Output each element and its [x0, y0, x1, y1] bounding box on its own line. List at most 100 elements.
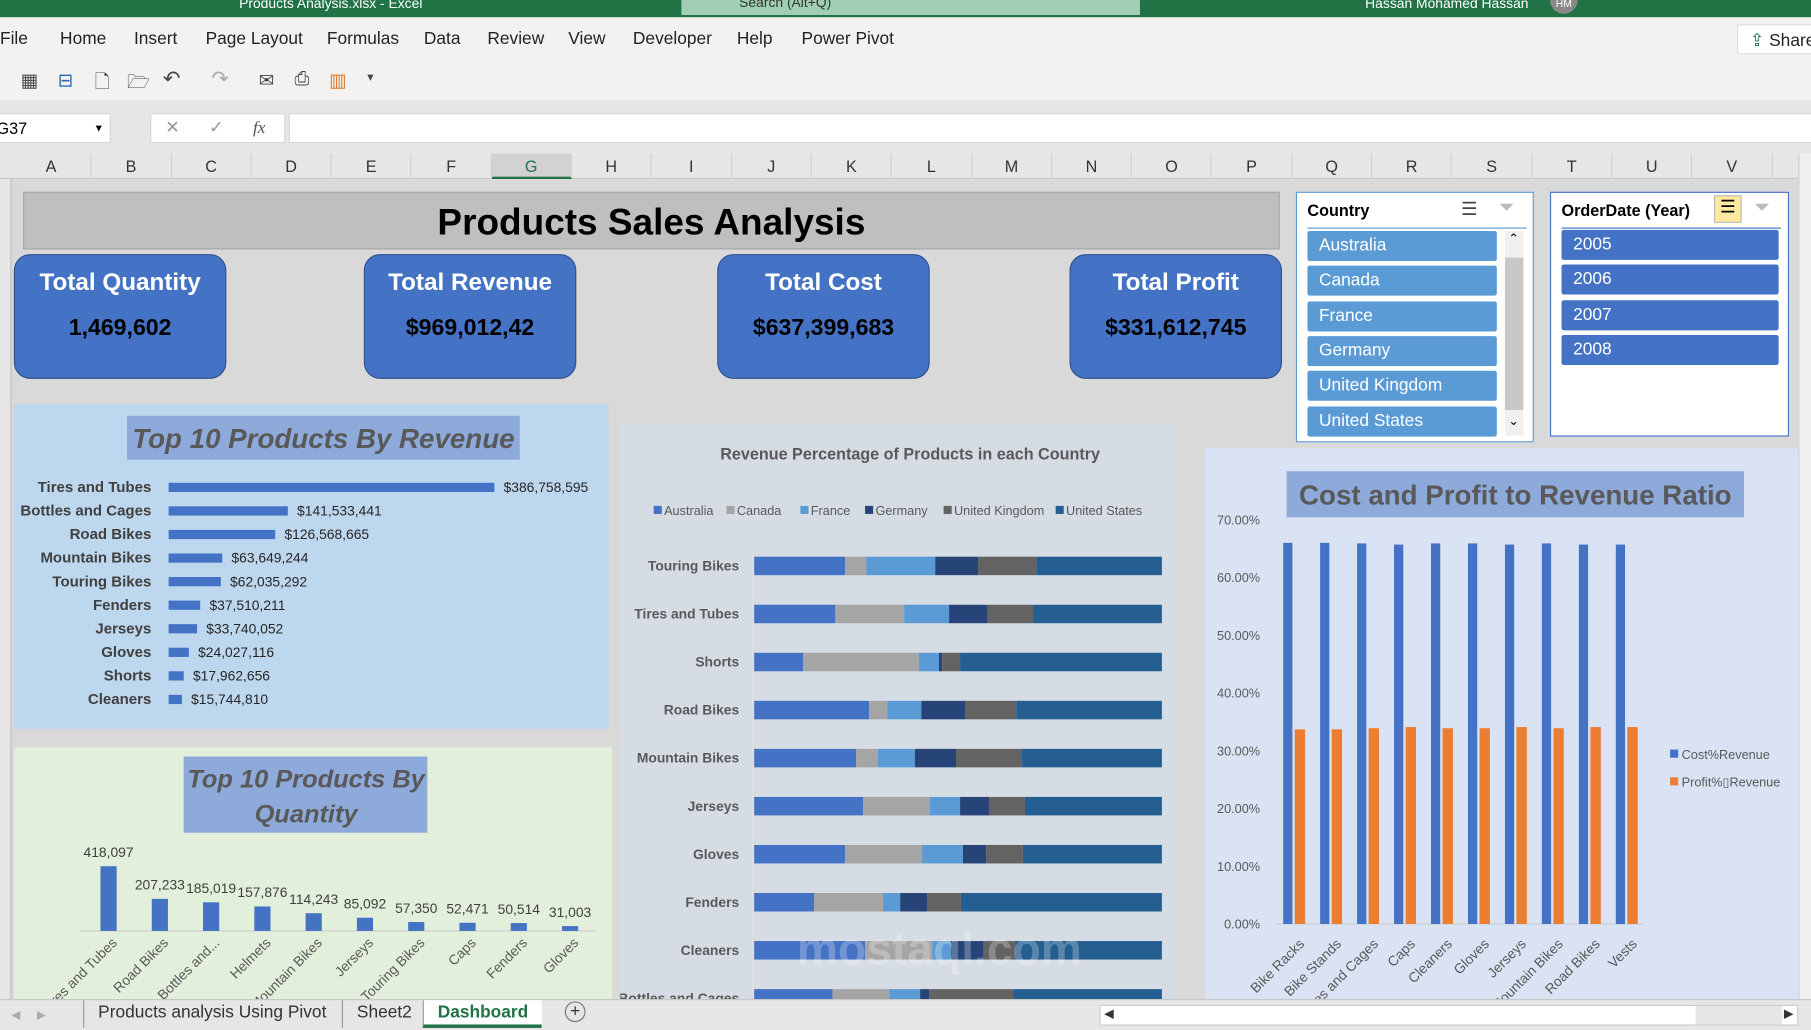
watermark: mostaql.com — [796, 923, 1082, 975]
horizontal-scrollbar[interactable]: ◀ ▶ — [1099, 1004, 1799, 1026]
ribbon-tab-page-layout[interactable]: Page Layout — [206, 29, 303, 49]
revenue-chart[interactable]: Top 10 Products By Revenue Tires and Tube… — [13, 404, 609, 729]
slicer-item-2006[interactable]: 2006 — [1561, 264, 1779, 295]
quantity-chart[interactable]: Top 10 Products By Quantity 418,097 Tires a… — [13, 747, 613, 1000]
multi-select-icon[interactable]: ☰ — [1713, 195, 1742, 223]
scroll-down-icon[interactable]: ⌄ — [1508, 413, 1519, 429]
open-folder-icon[interactable]: 🗁 — [127, 69, 150, 100]
category-label: Tires and Tubes — [634, 606, 739, 622]
country-stacked-chart[interactable]: Revenue Percentage of Products in each C… — [620, 425, 1179, 1000]
ribbon-tab-developer[interactable]: Developer — [633, 29, 712, 49]
redo-icon[interactable]: ↷ — [211, 67, 228, 91]
bar-segment — [904, 604, 950, 624]
column-header-Q[interactable]: Q — [1292, 153, 1373, 180]
column-header-E[interactable]: E — [332, 153, 412, 180]
slicer-item-germany[interactable]: Germany — [1307, 335, 1497, 366]
insert-function-icon[interactable]: fx — [253, 114, 266, 142]
column-header-T[interactable]: T — [1532, 153, 1613, 180]
bar-segment — [883, 893, 901, 912]
multi-select-icon[interactable]: ☰ — [1461, 197, 1478, 220]
sheet-tab-dashboard[interactable]: Dashboard — [422, 1000, 543, 1028]
bar-cost — [1467, 543, 1478, 924]
search-box[interactable]: Search (Alt+Q) — [681, 0, 1140, 16]
print-preview-icon[interactable]: ⎙ — [295, 69, 310, 90]
kpi-card-total-revenue: Total Revenue $969,012,42 — [363, 254, 577, 379]
name-box[interactable]: G37▼ — [0, 113, 111, 144]
prev-sheet-icon[interactable]: ◂ — [12, 1004, 21, 1025]
bar-segment — [949, 604, 988, 624]
column-header-G[interactable]: G — [491, 153, 572, 180]
column-header-B[interactable]: B — [92, 153, 172, 180]
kpi-label: Total Quantity — [39, 269, 201, 296]
column-header-D[interactable]: D — [252, 153, 332, 180]
slicer-item-2005[interactable]: 2005 — [1561, 229, 1779, 260]
bar-segment — [803, 652, 919, 672]
slicer-scrollbar[interactable]: ⌃ ⌄ — [1504, 230, 1524, 436]
slicer-item-2008[interactable]: 2008 — [1561, 334, 1779, 365]
column-header-A[interactable]: A — [12, 153, 92, 180]
table-icon[interactable]: ▦ — [21, 69, 38, 92]
formula-input[interactable] — [288, 113, 1811, 144]
bar-segment — [929, 989, 1014, 1000]
scroll-left-icon[interactable]: ◀ — [1104, 1006, 1114, 1021]
scroll-thumb[interactable] — [1504, 257, 1524, 411]
column-header-U[interactable]: U — [1612, 153, 1693, 180]
slicer-item-france[interactable]: France — [1307, 300, 1497, 332]
email-icon[interactable]: ✉ — [259, 69, 274, 92]
column-header-P[interactable]: P — [1212, 153, 1293, 180]
column-header-R[interactable]: R — [1372, 153, 1453, 180]
sheet-tab-products-analysis-using-pivot[interactable]: Products analysis Using Pivot — [83, 1000, 340, 1028]
category-label: Shorts — [104, 668, 152, 685]
column-header-H[interactable]: H — [572, 153, 652, 180]
share-button[interactable]: ⇪ Share — [1737, 24, 1811, 55]
ribbon-tab-view[interactable]: View — [568, 29, 605, 49]
slicer-title: Country — [1307, 200, 1370, 220]
refresh-icon[interactable]: ⊟ — [58, 69, 73, 92]
ribbon-tab-insert[interactable]: Insert — [134, 29, 177, 49]
vertical-scrollbar[interactable] — [1798, 153, 1811, 1000]
ribbon-tab-file[interactable]: File — [0, 29, 28, 49]
column-header-C[interactable]: C — [172, 153, 252, 180]
ribbon-tab-power-pivot[interactable]: Power Pivot — [802, 29, 894, 49]
column-header-V[interactable]: V — [1692, 153, 1773, 180]
column-header-O[interactable]: O — [1132, 153, 1213, 180]
layout-icon[interactable]: ▥ — [329, 69, 346, 92]
ribbon-tab-formulas[interactable]: Formulas — [327, 29, 399, 49]
column-header-F[interactable]: F — [412, 153, 492, 180]
slicer-item-united-kingdom[interactable]: United Kingdom — [1307, 370, 1497, 401]
clear-filter-icon[interactable]: ⏷ — [1754, 196, 1770, 219]
ribbon-tab-review[interactable]: Review — [487, 29, 544, 49]
column-header-K[interactable]: K — [812, 153, 892, 180]
scroll-right-icon[interactable]: ▶ — [1784, 1006, 1794, 1021]
undo-icon[interactable]: ↶ — [163, 67, 180, 91]
ratio-chart[interactable]: Cost and Profit to Revenue Ratio 0.00% 10.… — [1204, 448, 1802, 1000]
chart-title: Top 10 Products By — [187, 766, 426, 794]
ribbon-tab-help[interactable]: Help — [737, 29, 773, 49]
year-slicer: OrderDate (Year) ☰ ⏷ 2005 2006 2007 2008 — [1549, 191, 1790, 437]
bar-segment — [986, 844, 1023, 864]
column-header-I[interactable]: I — [652, 153, 732, 180]
column-header-L[interactable]: L — [892, 153, 973, 180]
customize-chevron-icon[interactable]: ▾ — [367, 69, 373, 84]
cancel-icon[interactable]: ✕ — [165, 114, 180, 142]
sheet-tab-sheet2[interactable]: Sheet2 — [341, 1000, 426, 1028]
slicer-item-canada[interactable]: Canada — [1307, 265, 1497, 297]
column-header-M[interactable]: M — [972, 153, 1053, 180]
column-header-N[interactable]: N — [1052, 153, 1133, 180]
new-file-icon[interactable]: 🗋 — [95, 69, 110, 100]
slicer-item-united-states[interactable]: United States — [1307, 405, 1497, 437]
column-header-S[interactable]: S — [1452, 153, 1533, 180]
next-sheet-icon[interactable]: ▸ — [37, 1004, 46, 1025]
bar-segment — [987, 604, 1034, 624]
add-sheet-icon[interactable]: + — [564, 1001, 586, 1023]
ribbon-tab-data[interactable]: Data — [424, 29, 461, 49]
scroll-up-icon[interactable]: ⌃ — [1508, 231, 1519, 246]
slicer-item-australia[interactable]: Australia — [1307, 230, 1497, 262]
ribbon-tab-home[interactable]: Home — [60, 29, 106, 49]
bar-cost — [1283, 542, 1293, 924]
column-header-J[interactable]: J — [732, 153, 812, 180]
clear-filter-icon[interactable]: ⏷ — [1499, 196, 1515, 219]
slicer-item-2007[interactable]: 2007 — [1561, 299, 1779, 330]
enter-icon[interactable]: ✓ — [209, 114, 224, 142]
avatar[interactable]: HM — [1549, 0, 1578, 14]
